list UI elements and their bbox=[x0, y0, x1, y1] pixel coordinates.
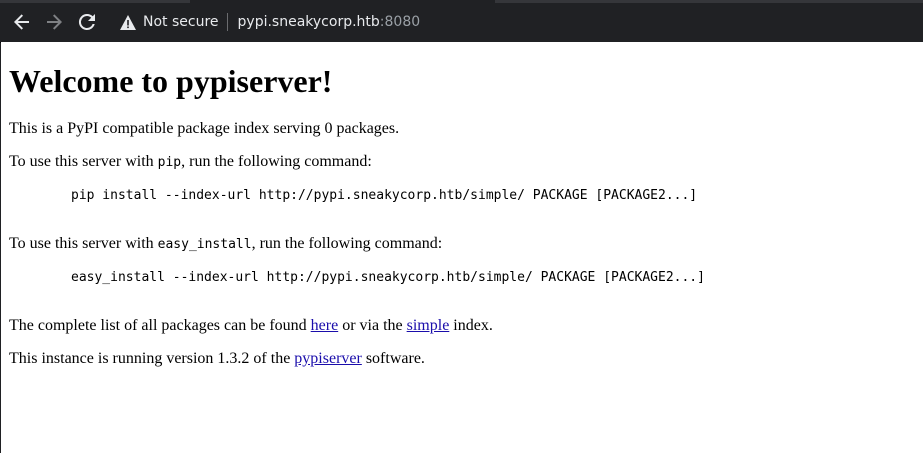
page-title: Welcome to pypiserver! bbox=[9, 63, 333, 99]
reload-button[interactable] bbox=[75, 10, 99, 34]
package-list-text: The complete list of all packages can be… bbox=[9, 317, 915, 335]
page-content: Welcome to pypiserver! This is a PyPI co… bbox=[1, 42, 923, 453]
security-label[interactable]: Not secure bbox=[143, 14, 219, 30]
url-host[interactable]: pypi.sneakycorp.htb bbox=[238, 14, 380, 30]
easy-install-text-after: , run the following command: bbox=[251, 235, 443, 252]
version-text-after: software. bbox=[361, 350, 425, 367]
pip-code: pip bbox=[157, 155, 182, 170]
easy-install-text-before: To use this server with bbox=[9, 235, 158, 252]
reload-icon bbox=[78, 13, 95, 30]
easy-install-code: easy_install bbox=[157, 237, 252, 252]
here-link[interactable]: here bbox=[311, 317, 339, 334]
pypiserver-link[interactable]: pypiserver bbox=[294, 350, 362, 367]
back-arrow-icon bbox=[14, 14, 29, 30]
url-port[interactable]: :8080 bbox=[380, 14, 420, 30]
intro-text: This is a PyPI compatible package index … bbox=[9, 120, 400, 137]
browser-toolbar: Not secure pypi.sneakycorp.htb:8080 bbox=[0, 0, 923, 43]
version-text: This instance is running version 1.3.2 o… bbox=[9, 350, 915, 368]
pip-text-after: , run the following command: bbox=[181, 153, 372, 170]
forward-arrow-icon bbox=[47, 14, 62, 30]
omnibox-divider bbox=[226, 13, 228, 31]
list-text-before: The complete list of all packages can be… bbox=[9, 317, 311, 334]
forward-button[interactable] bbox=[42, 10, 66, 34]
list-text-after: index. bbox=[449, 317, 493, 334]
simple-link[interactable]: simple bbox=[407, 317, 450, 334]
pip-command: pip install --index-url http://pypi.snea… bbox=[71, 188, 698, 203]
pip-text-before: To use this server with bbox=[9, 153, 158, 170]
tab-edge bbox=[0, 0, 190, 3]
pip-instructions: To use this server with pip, run the fol… bbox=[9, 153, 915, 172]
back-button[interactable] bbox=[10, 10, 34, 34]
version-text-before: This instance is running version 1.3.2 o… bbox=[9, 350, 295, 367]
address-bar[interactable]: Not secure pypi.sneakycorp.htb:8080 bbox=[113, 9, 913, 35]
easy-install-instructions: To use this server with easy_install, ru… bbox=[9, 235, 915, 254]
warning-icon[interactable] bbox=[119, 13, 137, 31]
easy-install-command: easy_install --index-url http://pypi.sne… bbox=[71, 270, 705, 285]
tab-strip bbox=[0, 0, 923, 3]
tab-edge bbox=[495, 0, 923, 3]
list-text-middle: or via the bbox=[338, 317, 407, 334]
